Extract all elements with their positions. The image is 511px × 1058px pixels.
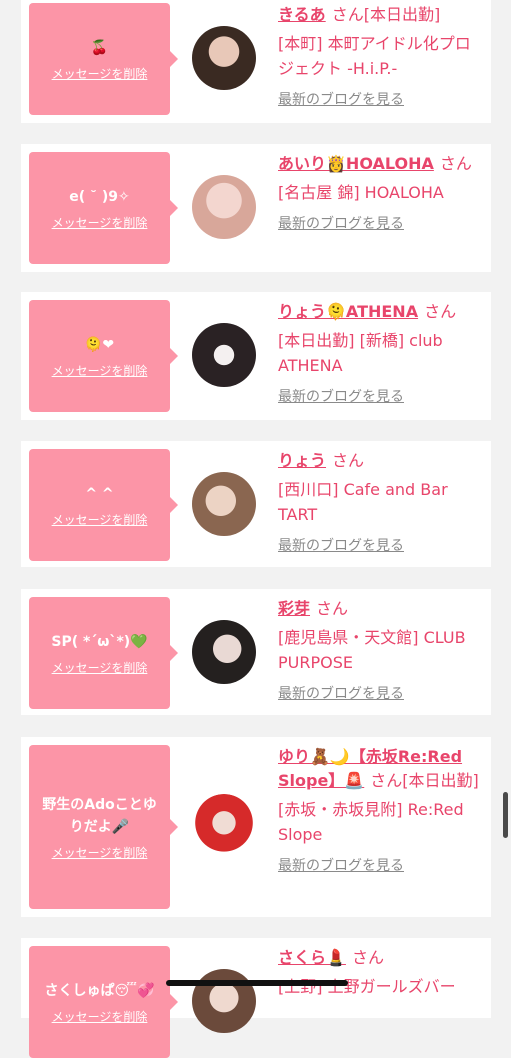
message-card: さくしゅぱ😴💞 メッセージを削除 さくら💄 さん [上野] 上野ガールズバー (21, 938, 491, 1058)
latest-blog-link[interactable]: 最新のブログを見る (278, 535, 483, 555)
message-bubble: e( ˘ )9✧ メッセージを削除 (29, 152, 178, 264)
cast-info: さくら💄 さん [上野] 上野ガールズバー (278, 946, 483, 999)
shop-text: [本町] 本町アイドル化プロジェクト -H.i.P.- (278, 34, 471, 78)
message-text: SP( *´ω`*)💚 (51, 633, 148, 650)
message-bubble: SP( *´ω`*)💚 メッセージを削除 (29, 597, 178, 709)
latest-blog-link[interactable]: 最新のブログを見る (278, 89, 483, 109)
avatar[interactable] (192, 794, 256, 858)
message-card: SP( *´ω`*)💚 メッセージを削除 彩芽 さん [鹿児島県・天文館] CLU… (21, 589, 491, 715)
message-card: 🍒 メッセージを削除 きるあ さん[本日出勤] [本町] 本町アイドル化プロジェク… (21, 0, 491, 123)
delete-message-link[interactable]: メッセージを削除 (52, 214, 148, 231)
avatar[interactable] (192, 175, 256, 239)
message-card: 野生のAdoことゆりだよ🎤 メッセージを削除 ゆり🧸🌙【赤坂Re:Red Slo… (21, 737, 491, 917)
delete-message-link[interactable]: メッセージを削除 (52, 511, 148, 528)
avatar[interactable] (192, 969, 256, 1033)
delete-message-link[interactable]: メッセージを削除 (52, 1008, 148, 1025)
shop-text: [鹿児島県・天文館] CLUB PURPOSE (278, 628, 466, 672)
message-card: ^ ^ メッセージを削除 りょう さん [西川口] Cafe and Bar TA… (21, 441, 491, 567)
delete-message-link[interactable]: メッセージを削除 (52, 65, 148, 82)
cast-info: あいり👸HOALOHA さん [名古屋 錦] HOALOHA 最新のブログを見る (278, 152, 483, 233)
avatar[interactable] (192, 323, 256, 387)
cast-name-link[interactable]: あいり👸HOALOHA (278, 154, 434, 173)
cast-info: きるあ さん[本日出勤] [本町] 本町アイドル化プロジェクト -H.i.P.- … (278, 3, 483, 109)
delete-message-link[interactable]: メッセージを削除 (52, 659, 148, 676)
honorific: さん (332, 451, 365, 470)
message-bubble: 野生のAdoことゆりだよ🎤 メッセージを削除 (29, 745, 178, 909)
shop-text: [名古屋 錦] HOALOHA (278, 183, 444, 202)
avatar[interactable] (192, 26, 256, 90)
cast-name-link[interactable]: りょう (278, 451, 326, 470)
message-text: 🫠❤ (84, 336, 115, 353)
message-card: 🫠❤ メッセージを削除 りょう🫠ATHENA さん [本日出勤] [新橋] clu… (21, 292, 491, 420)
cast-name-link[interactable]: りょう🫠ATHENA (278, 302, 418, 321)
message-text: ^ ^ (85, 485, 114, 502)
latest-blog-link[interactable]: 最新のブログを見る (278, 855, 483, 875)
shop-text: [上野] 上野ガールズバー (278, 977, 456, 996)
message-bubble: さくしゅぱ😴💞 メッセージを削除 (29, 946, 178, 1058)
honorific: さん (370, 771, 403, 790)
message-card: e( ˘ )9✧ メッセージを削除 あいり👸HOALOHA さん [名古屋 錦] … (21, 144, 491, 272)
cast-name-link[interactable]: 彩芽 (278, 599, 310, 618)
honorific: さん (316, 599, 349, 618)
avatar[interactable] (192, 472, 256, 536)
cast-info: りょう さん [西川口] Cafe and Bar TART 最新のブログを見る (278, 449, 483, 555)
latest-blog-link[interactable]: 最新のブログを見る (278, 213, 483, 233)
honorific: さん (331, 5, 364, 24)
scrollbar[interactable] (503, 792, 508, 838)
latest-blog-link[interactable]: 最新のブログを見る (278, 683, 483, 703)
delete-message-link[interactable]: メッセージを削除 (52, 844, 148, 861)
shop-text: [西川口] Cafe and Bar TART (278, 480, 448, 524)
message-bubble: ^ ^ メッセージを削除 (29, 449, 178, 561)
home-indicator[interactable] (166, 980, 348, 986)
latest-blog-link[interactable]: 最新のブログを見る (278, 386, 483, 406)
cast-info: 彩芽 さん [鹿児島県・天文館] CLUB PURPOSE 最新のブログを見る (278, 597, 483, 703)
cast-info: ゆり🧸🌙【赤坂Re:Red Slope】🚨 さん[本日出勤] [赤坂・赤坂見附] … (278, 745, 483, 875)
cast-info: りょう🫠ATHENA さん [本日出勤] [新橋] club ATHENA 最新の… (278, 300, 483, 406)
cast-name-link[interactable]: きるあ (278, 5, 326, 24)
status-text: [本日出勤] (363, 5, 441, 24)
status-text: [本日出勤] (402, 771, 479, 790)
shop-text: [赤坂・赤坂見附] Re:Red Slope (278, 800, 464, 844)
honorific: さん (351, 948, 384, 967)
cast-name-link[interactable]: さくら💄 (278, 948, 346, 967)
message-text: 野生のAdoことゆりだよ🎤 (42, 796, 157, 835)
message-text: e( ˘ )9✧ (69, 188, 130, 205)
message-bubble: 🍒 メッセージを削除 (29, 3, 178, 115)
honorific: さん (424, 302, 457, 321)
message-text: さくしゅぱ😴💞 (44, 982, 155, 999)
honorific: さん (439, 154, 472, 173)
shop-text: [本日出勤] [新橋] club ATHENA (278, 331, 443, 375)
delete-message-link[interactable]: メッセージを削除 (52, 362, 148, 379)
avatar[interactable] (192, 620, 256, 684)
message-text: 🍒 (90, 39, 109, 56)
message-bubble: 🫠❤ メッセージを削除 (29, 300, 178, 412)
